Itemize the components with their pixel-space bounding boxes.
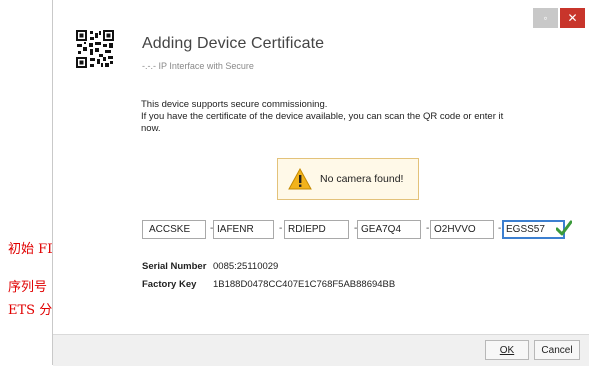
serial-number-value: 0085:25110029 [213, 261, 279, 272]
info-line: If you have the certificate of the devic… [141, 111, 504, 122]
minimize-icon: ◦ [543, 11, 548, 25]
field-separator: - [426, 223, 430, 234]
fdsk-field-3[interactable]: RDIEPD [284, 220, 349, 239]
warning-icon [288, 168, 312, 190]
window-controls: ◦ ✕ [533, 8, 585, 28]
minimize-button[interactable]: ◦ [533, 8, 558, 28]
info-line: now. [141, 123, 161, 134]
certificate-dialog: ◦ ✕ Adding Device Certificate -.-.- IP I… [52, 0, 589, 366]
ok-button[interactable]: OK [485, 340, 529, 360]
fdsk-field-5[interactable]: O2HVVO [430, 220, 494, 239]
fdsk-field-1[interactable]: ACCSKE [142, 220, 206, 239]
close-button[interactable]: ✕ [560, 8, 585, 28]
info-text: This device supports secure commissionin… [141, 99, 561, 135]
cancel-button[interactable]: Cancel [534, 340, 580, 360]
dialog-subtitle: -.-.- IP Interface with Secure [142, 61, 254, 71]
field-separator: - [498, 223, 502, 234]
qr-code-icon [76, 30, 114, 68]
info-line: This device supports secure commissionin… [141, 99, 328, 110]
close-icon: ✕ [567, 11, 578, 25]
warning-text: No camera found! [320, 173, 404, 185]
no-camera-warning: No camera found! [277, 158, 419, 200]
checkmark-icon [556, 220, 572, 236]
fdsk-field-2[interactable]: IAFENR [213, 220, 274, 239]
serial-number-label: Serial Number [142, 261, 207, 272]
factory-key-label: Factory Key [142, 279, 197, 290]
dialog-title: Adding Device Certificate [142, 35, 325, 52]
field-separator: - [279, 223, 283, 234]
annotation-serial: 序列号 [8, 280, 48, 295]
factory-key-value: 1B188D0478CC407E1C768F5AB88694BB [213, 279, 396, 290]
fdsk-field-4[interactable]: GEA7Q4 [357, 220, 421, 239]
